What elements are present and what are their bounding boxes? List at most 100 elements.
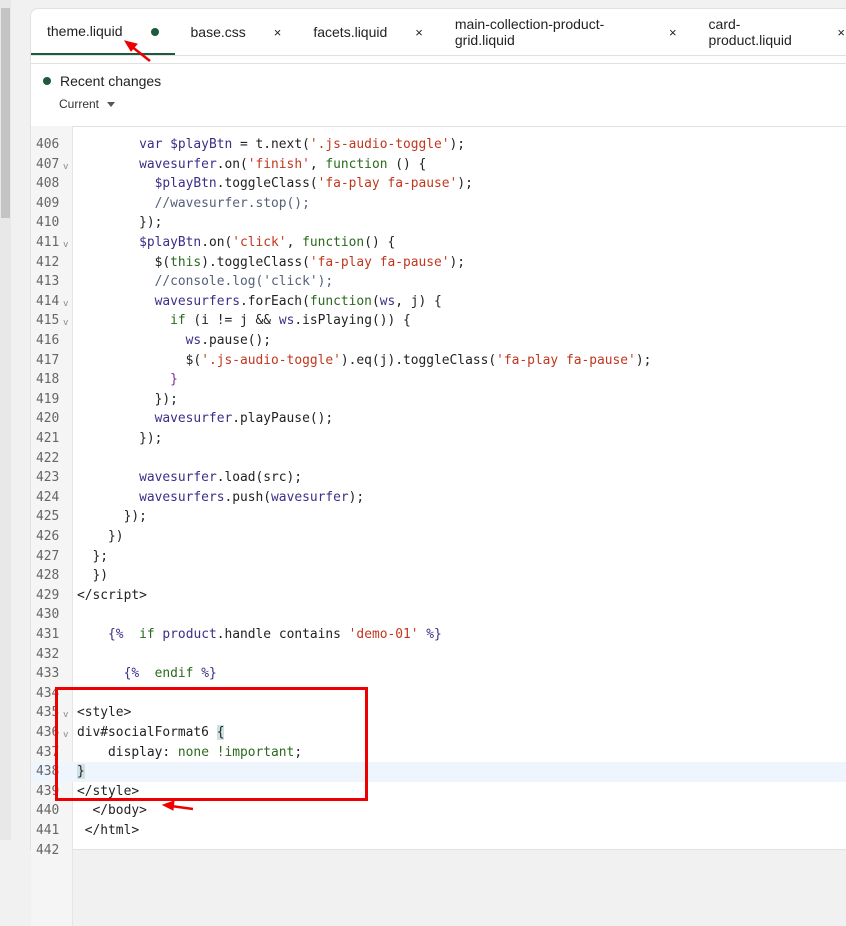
line-number: 420 <box>36 411 60 427</box>
code-line[interactable]: 410 }); <box>31 213 846 233</box>
code-line[interactable]: 417 $('.js-audio-toggle').eq(j).toggleCl… <box>31 351 846 371</box>
code-token: '.js-audio-toggle' <box>201 352 341 368</box>
line-number: 422 <box>36 450 60 466</box>
close-tab-icon[interactable]: × <box>415 25 423 40</box>
code-line[interactable]: 412 $(this).toggleClass('fa-play fa-paus… <box>31 253 846 273</box>
code-token: .isPlaying()) { <box>294 313 411 329</box>
code-line[interactable]: 414 v wavesurfers.forEach(function(ws, j)… <box>31 292 846 312</box>
line-number: 424 <box>36 489 60 505</box>
code-token: wavesurfer <box>271 489 349 505</box>
code-line[interactable]: 428 }) <box>31 566 846 586</box>
code-text: if (i != j && ws.isPlaying()) { <box>77 311 411 331</box>
code-line[interactable]: 431 {% if product.handle contains 'demo-… <box>31 625 846 645</box>
code-text: wavesurfer.load(src); <box>77 468 302 488</box>
code-line[interactable]: 421 }); <box>31 429 846 449</box>
close-tab-icon[interactable]: × <box>837 25 845 40</box>
tab-main-collection-product-grid-liquid[interactable]: main-collection-product-grid.liquid × <box>439 9 693 55</box>
code-line[interactable]: 442 <box>31 841 846 861</box>
code-line[interactable]: 427 }; <box>31 547 846 567</box>
code-token: .playPause(); <box>232 411 334 427</box>
code-line[interactable]: 406 var $playBtn = t.next('.js-audio-tog… <box>31 135 846 155</box>
code-token: wavesurfer <box>139 156 217 172</box>
code-line[interactable]: 430 <box>31 605 846 625</box>
code-line[interactable]: 407 v wavesurfer.on('finish', function ()… <box>31 155 846 175</box>
code-token: .forEach( <box>239 293 310 309</box>
code-text: }); <box>77 213 162 233</box>
code-token: ws <box>278 313 295 329</box>
code-line[interactable]: 411 v $playBtn.on('click', function() { <box>31 233 846 253</box>
code-token: //console.log('click'); <box>77 274 334 290</box>
code-text: }) <box>77 527 124 547</box>
code-line[interactable]: 426 }) <box>31 527 846 547</box>
code-token: 'fa-play fa-pause' <box>317 176 458 192</box>
code-line[interactable]: 425 }); <box>31 507 846 527</box>
code-token: .handle contains <box>216 627 349 642</box>
code-token: ( <box>371 293 380 309</box>
code-line[interactable]: 440 </body> <box>31 801 846 821</box>
version-dropdown[interactable]: Current <box>59 97 116 111</box>
code-line[interactable]: 429 </script> <box>31 586 846 606</box>
code-token: function <box>309 293 372 309</box>
code-line[interactable]: 409 //wavesurfer.stop(); <box>31 194 846 214</box>
code-token: $playBtn <box>154 176 217 192</box>
code-token: }); <box>77 431 163 446</box>
code-token: .on( <box>216 156 248 172</box>
code-line[interactable]: 413 //console.log('click'); <box>31 272 846 292</box>
code-text: {% if product.handle contains 'demo-01' … <box>77 625 442 645</box>
code-line[interactable]: 441 </html> <box>31 821 846 841</box>
code-token: .toggleClass( <box>216 176 318 192</box>
code-token: %} <box>426 627 442 642</box>
code-token: .on( <box>201 235 233 250</box>
tab-label: facets.liquid <box>313 24 388 40</box>
code-text: $(this).toggleClass('fa-play fa-pause'); <box>77 253 465 273</box>
close-tab-icon[interactable]: × <box>669 25 677 40</box>
tab-base-css[interactable]: base.css × <box>175 9 298 55</box>
code-text: wavesurfers.push(wavesurfer); <box>77 488 364 508</box>
code-line[interactable]: 416 ws.pause(); <box>31 331 846 351</box>
code-line[interactable]: 423 wavesurfer.load(src); <box>31 468 846 488</box>
code-token: } <box>77 372 178 388</box>
line-number: 418 <box>36 372 60 388</box>
code-text: </body> <box>77 801 147 821</box>
line-number: 407 <box>36 156 60 172</box>
code-token: {% <box>108 627 124 642</box>
code-line[interactable]: 424 wavesurfers.push(wavesurfer); <box>31 488 846 508</box>
code-token: .pause(); <box>201 333 272 348</box>
code-token: </script> <box>77 587 147 603</box>
tab-theme-liquid[interactable]: theme.liquid <box>31 9 175 55</box>
code-token: wavesurfer <box>154 411 233 427</box>
code-line[interactable]: 422 <box>31 449 846 469</box>
code-token: function <box>325 156 388 172</box>
code-token: ).toggleClass( <box>201 254 310 270</box>
code-text: $playBtn.on('click', function() { <box>77 233 395 253</box>
tab-card-product-liquid[interactable]: card-product.liquid × <box>693 9 846 55</box>
code-text: //wavesurfer.stop(); <box>77 194 310 214</box>
line-number: 428 <box>36 568 60 584</box>
code-token: endif <box>154 666 194 682</box>
line-number: 414 <box>36 293 60 309</box>
code-line[interactable]: 432 <box>31 645 846 665</box>
code-token: () { <box>387 156 427 172</box>
code-line[interactable]: 408 $playBtn.toggleClass('fa-play fa-pau… <box>31 174 846 194</box>
close-tab-icon[interactable]: × <box>274 25 282 40</box>
code-line[interactable]: 415 v if (i != j && ws.isPlaying()) { <box>31 311 846 331</box>
code-line[interactable]: 418 } <box>31 370 846 390</box>
code-text: }); <box>77 429 162 449</box>
scrollbar-thumb[interactable] <box>1 8 10 218</box>
page-scrollbar[interactable] <box>0 0 11 840</box>
recent-changes-label: Recent changes <box>60 73 162 89</box>
code-token: , <box>309 156 326 172</box>
tab-label: base.css <box>190 24 246 40</box>
code-token: ); <box>635 352 652 368</box>
tab-facets-liquid[interactable]: facets.liquid × <box>297 9 439 55</box>
line-number: 431 <box>36 627 60 642</box>
code-line[interactable]: 433 {% endif %} <box>31 664 846 684</box>
code-line[interactable]: 420 wavesurfer.playPause(); <box>31 409 846 429</box>
code-line[interactable]: 419 }); <box>31 390 846 410</box>
